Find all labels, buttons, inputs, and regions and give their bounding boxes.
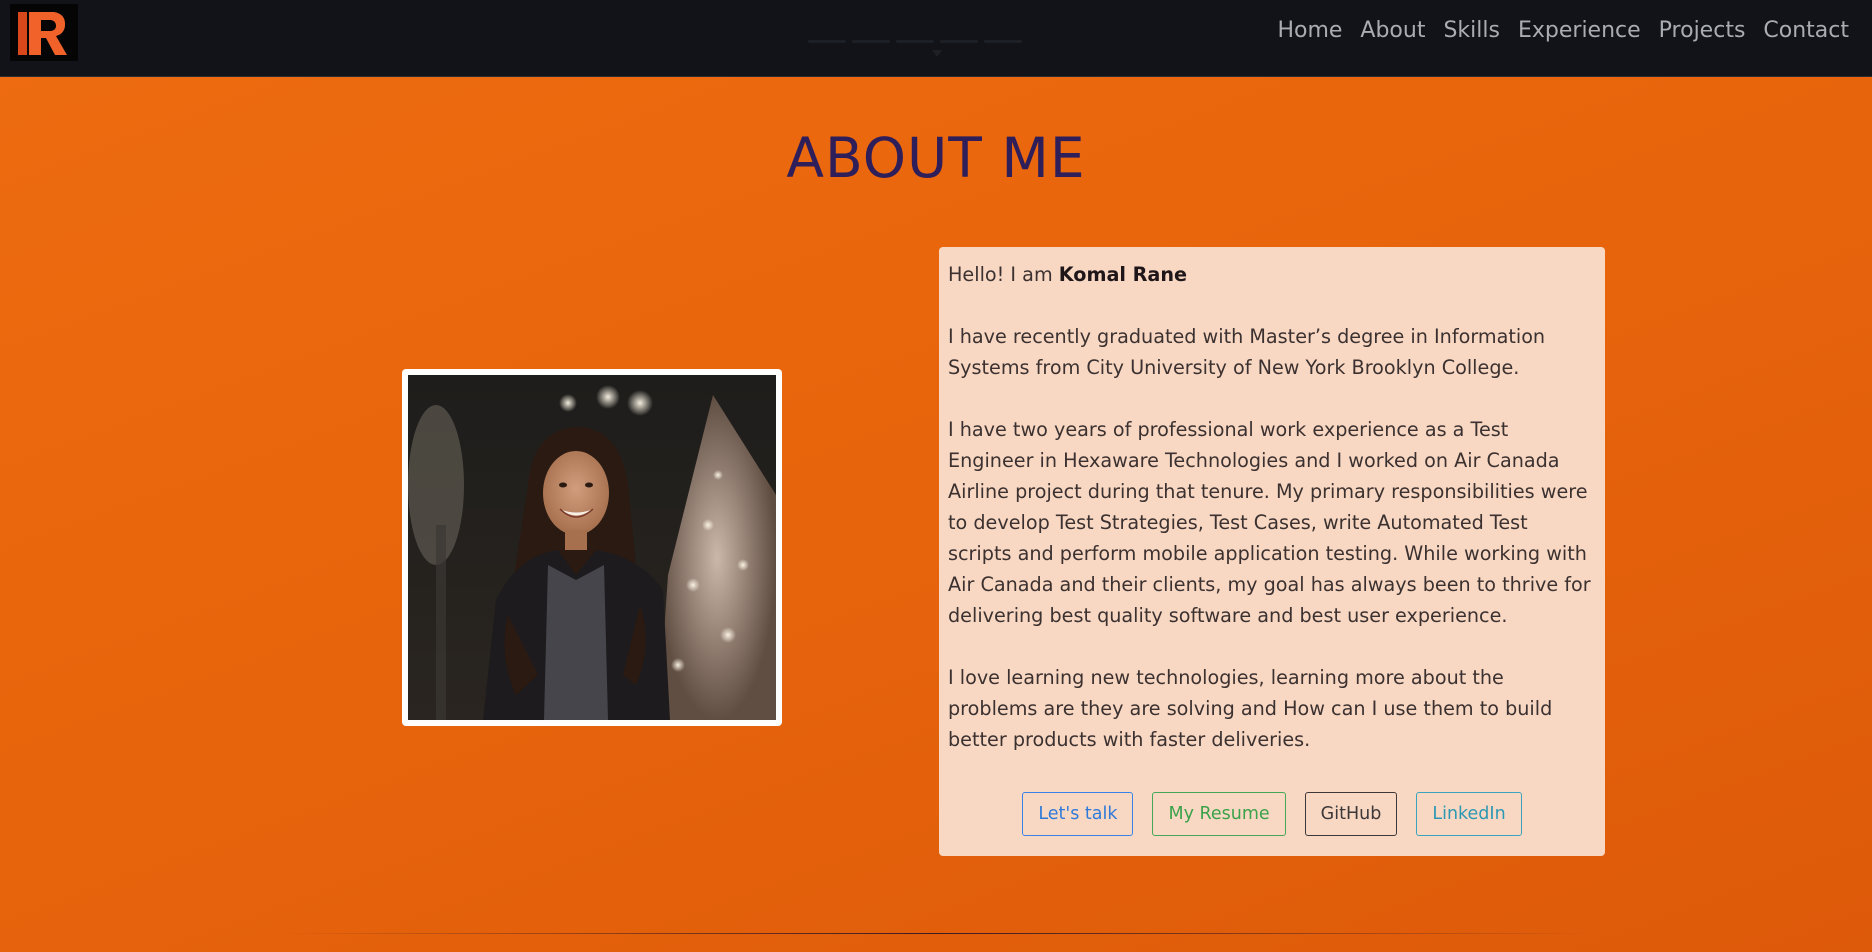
greeting-prefix: Hello! I am: [948, 263, 1059, 286]
about-paragraph-education: I have recently graduated with Master’s …: [948, 325, 1546, 379]
progress-segment: [808, 40, 846, 43]
about-paragraph-experience: I have two years of professional work ex…: [948, 418, 1591, 627]
navbar: Home About Skills Experience Projects Co…: [0, 0, 1872, 77]
nav-item-home[interactable]: Home: [1268, 16, 1351, 45]
profile-photo-frame: [402, 369, 782, 726]
linkedin-button[interactable]: LinkedIn: [1416, 792, 1522, 836]
kr-monogram-icon: [18, 12, 67, 55]
kr-logo[interactable]: [10, 4, 78, 61]
github-button[interactable]: GitHub: [1304, 792, 1398, 836]
progress-segment: [852, 40, 890, 43]
progress-segment: [984, 40, 1022, 43]
nav-item-projects[interactable]: Projects: [1650, 16, 1755, 45]
action-buttons: Let's talk My Resume GitHub LinkedIn: [939, 792, 1605, 836]
nav-item-experience[interactable]: Experience: [1509, 16, 1650, 45]
chevron-down-icon: [932, 50, 942, 57]
profile-photo-image: [408, 375, 776, 720]
scroll-progress-indicator: [808, 40, 1068, 64]
author-name: Komal Rane: [1058, 263, 1188, 286]
nav-item-skills[interactable]: Skills: [1434, 16, 1509, 45]
progress-segment: [896, 40, 934, 43]
section-divider: [280, 933, 1592, 934]
profile-photo: [408, 375, 776, 720]
nav-item-about[interactable]: About: [1351, 16, 1434, 45]
progress-segment: [940, 40, 978, 43]
nav-links: Home About Skills Experience Projects Co…: [1268, 16, 1858, 45]
nav-item-contact[interactable]: Contact: [1754, 16, 1858, 45]
lets-talk-button[interactable]: Let's talk: [1022, 792, 1134, 836]
greeting-line: Hello! I am Komal Rane: [948, 259, 1597, 290]
about-card: Hello! I am Komal Rane I have recently g…: [939, 247, 1605, 856]
my-resume-button[interactable]: My Resume: [1152, 792, 1286, 836]
about-paragraph-interests: I love learning new technologies, learni…: [948, 666, 1553, 751]
page-title: ABOUT ME: [786, 126, 1086, 190]
